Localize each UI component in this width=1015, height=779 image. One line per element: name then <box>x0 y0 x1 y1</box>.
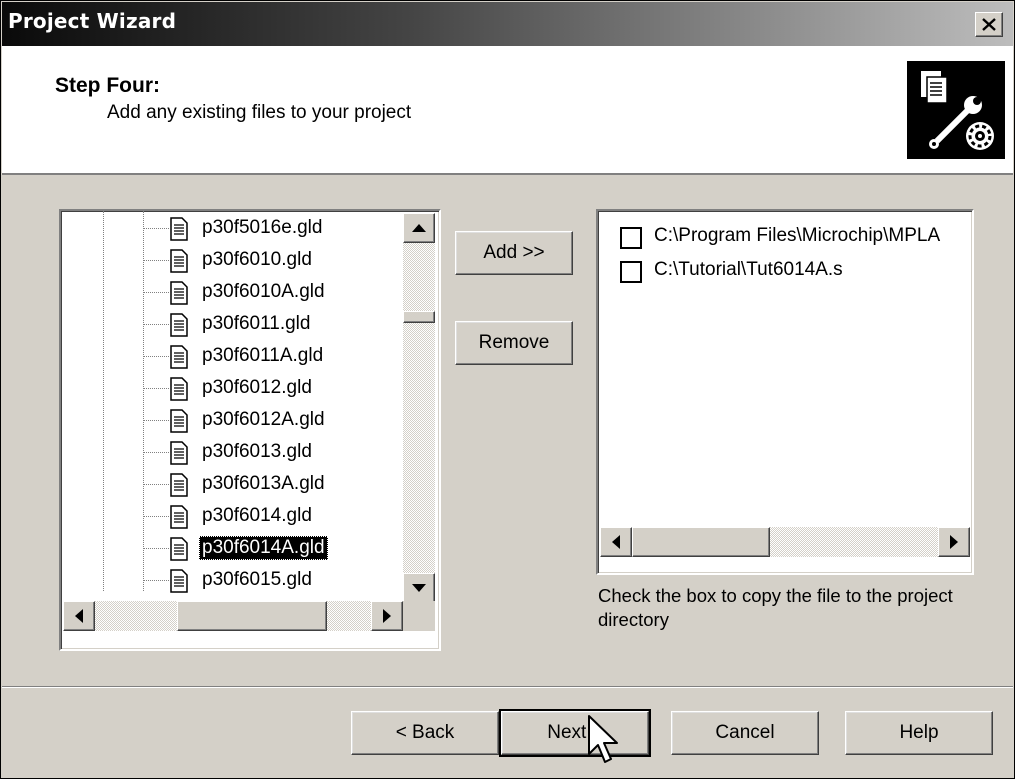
document-icon <box>170 537 188 561</box>
mouse-pointer-icon <box>588 715 618 763</box>
document-icon <box>170 281 188 305</box>
tree-item[interactable]: p30f6011A.gld <box>61 341 391 373</box>
document-icon <box>170 409 188 433</box>
arrow-left-icon <box>75 609 83 623</box>
project-wizard-dialog: Project Wizard Step Four: Add any existi… <box>0 0 1015 779</box>
copy-file-checkbox[interactable] <box>620 261 642 283</box>
window-title: Project Wizard <box>8 9 177 33</box>
project-file-list[interactable]: C:\Program Files\Microchip\MPLA C:\Tutor… <box>596 209 974 575</box>
scroll-track[interactable] <box>403 243 435 573</box>
tree-horizontal-scrollbar[interactable] <box>63 601 403 631</box>
tree-item[interactable]: p30f6013A.gld <box>61 469 391 501</box>
scroll-left-button[interactable] <box>600 527 632 557</box>
document-icon <box>170 377 188 401</box>
scroll-thumb[interactable] <box>632 527 770 557</box>
document-icon <box>170 249 188 273</box>
copy-file-checkbox[interactable] <box>620 227 642 249</box>
tree-vertical-scrollbar[interactable] <box>403 213 435 603</box>
tree-item-label: p30f5016e.gld <box>202 217 323 238</box>
tree-item-label: p30f6010A.gld <box>202 281 325 302</box>
tree-item-label: p30f6013.gld <box>202 441 312 462</box>
scroll-thumb[interactable] <box>177 601 327 631</box>
document-icon <box>170 313 188 337</box>
tree-item-label: p30f6013A.gld <box>202 473 325 494</box>
copy-hint-text: Check the box to copy the file to the pr… <box>598 585 953 630</box>
tree-item-label: p30f6015.gld <box>202 569 312 590</box>
file-list-horizontal-scrollbar[interactable] <box>600 527 970 557</box>
arrow-right-icon <box>950 535 958 549</box>
wizard-files-wrench-gear-icon <box>907 61 1005 159</box>
project-file-path: C:\Tutorial\Tut6014A.s <box>654 259 843 280</box>
document-icon <box>170 569 188 593</box>
step-title: Step Four: <box>55 74 160 97</box>
tree-item-label: p30f6011.gld <box>202 313 311 334</box>
project-file-item[interactable]: C:\Program Files\Microchip\MPLA <box>620 223 972 253</box>
close-icon <box>982 18 996 31</box>
tree-item-label: p30f6014A.gld <box>199 536 328 560</box>
tree-item-label: p30f6014.gld <box>202 505 312 526</box>
tree-item[interactable]: p30f6012A.gld <box>61 405 391 437</box>
wizard-header: Step Four: Add any existing files to you… <box>2 46 1013 175</box>
help-button[interactable]: Help <box>845 711 993 755</box>
tree-item[interactable]: p30f6013.gld <box>61 437 391 469</box>
scroll-thumb[interactable] <box>403 311 435 323</box>
scroll-down-button[interactable] <box>403 573 435 603</box>
document-icon <box>170 505 188 529</box>
file-tree[interactable]: p30f5016e.gld p30f6010.gld p30f6010A.gld… <box>59 209 441 651</box>
back-button[interactable]: < Back <box>351 711 499 755</box>
cancel-button[interactable]: Cancel <box>671 711 819 755</box>
arrow-right-icon <box>383 609 391 623</box>
arrow-left-icon <box>612 535 620 549</box>
title-bar[interactable]: Project Wizard <box>2 2 1013 46</box>
scrollbar-corner <box>403 601 435 631</box>
project-file-path: C:\Program Files\Microchip\MPLA <box>654 225 941 246</box>
tree-item-label: p30f6011A.gld <box>202 345 324 366</box>
document-icon <box>170 473 188 497</box>
add-button[interactable]: Add >> <box>455 231 573 275</box>
document-icon <box>170 345 188 369</box>
tree-item[interactable]: p30f6012.gld <box>61 373 391 405</box>
arrow-down-icon <box>412 584 426 592</box>
tree-item[interactable]: p30f6010.gld <box>61 245 391 277</box>
tree-item[interactable]: p30f6014.gld <box>61 501 391 533</box>
next-button[interactable]: Next > <box>499 709 651 757</box>
scroll-up-button[interactable] <box>403 213 435 243</box>
document-icon <box>170 217 188 241</box>
project-file-item[interactable]: C:\Tutorial\Tut6014A.s <box>620 257 972 287</box>
tree-item[interactable]: p30f6011.gld <box>61 309 391 341</box>
remove-button[interactable]: Remove <box>455 321 573 365</box>
tree-item-selected[interactable]: p30f6014A.gld <box>61 533 391 565</box>
tree-item-label: p30f6012A.gld <box>202 409 325 430</box>
step-subtitle: Add any existing files to your project <box>107 102 412 123</box>
close-button[interactable] <box>975 12 1003 37</box>
tree-item[interactable]: p30f6010A.gld <box>61 277 391 309</box>
tree-item-label: p30f6010.gld <box>202 249 312 270</box>
scroll-left-button[interactable] <box>63 601 95 631</box>
document-icon <box>170 441 188 465</box>
footer-divider <box>2 686 1013 688</box>
tree-item-label: p30f6012.gld <box>202 377 312 398</box>
arrow-up-icon <box>412 224 426 232</box>
tree-item[interactable]: p30f6015.gld <box>61 565 391 597</box>
scroll-right-button[interactable] <box>371 601 403 631</box>
tree-item[interactable]: p30f5016e.gld <box>61 213 391 245</box>
scroll-right-button[interactable] <box>938 527 970 557</box>
